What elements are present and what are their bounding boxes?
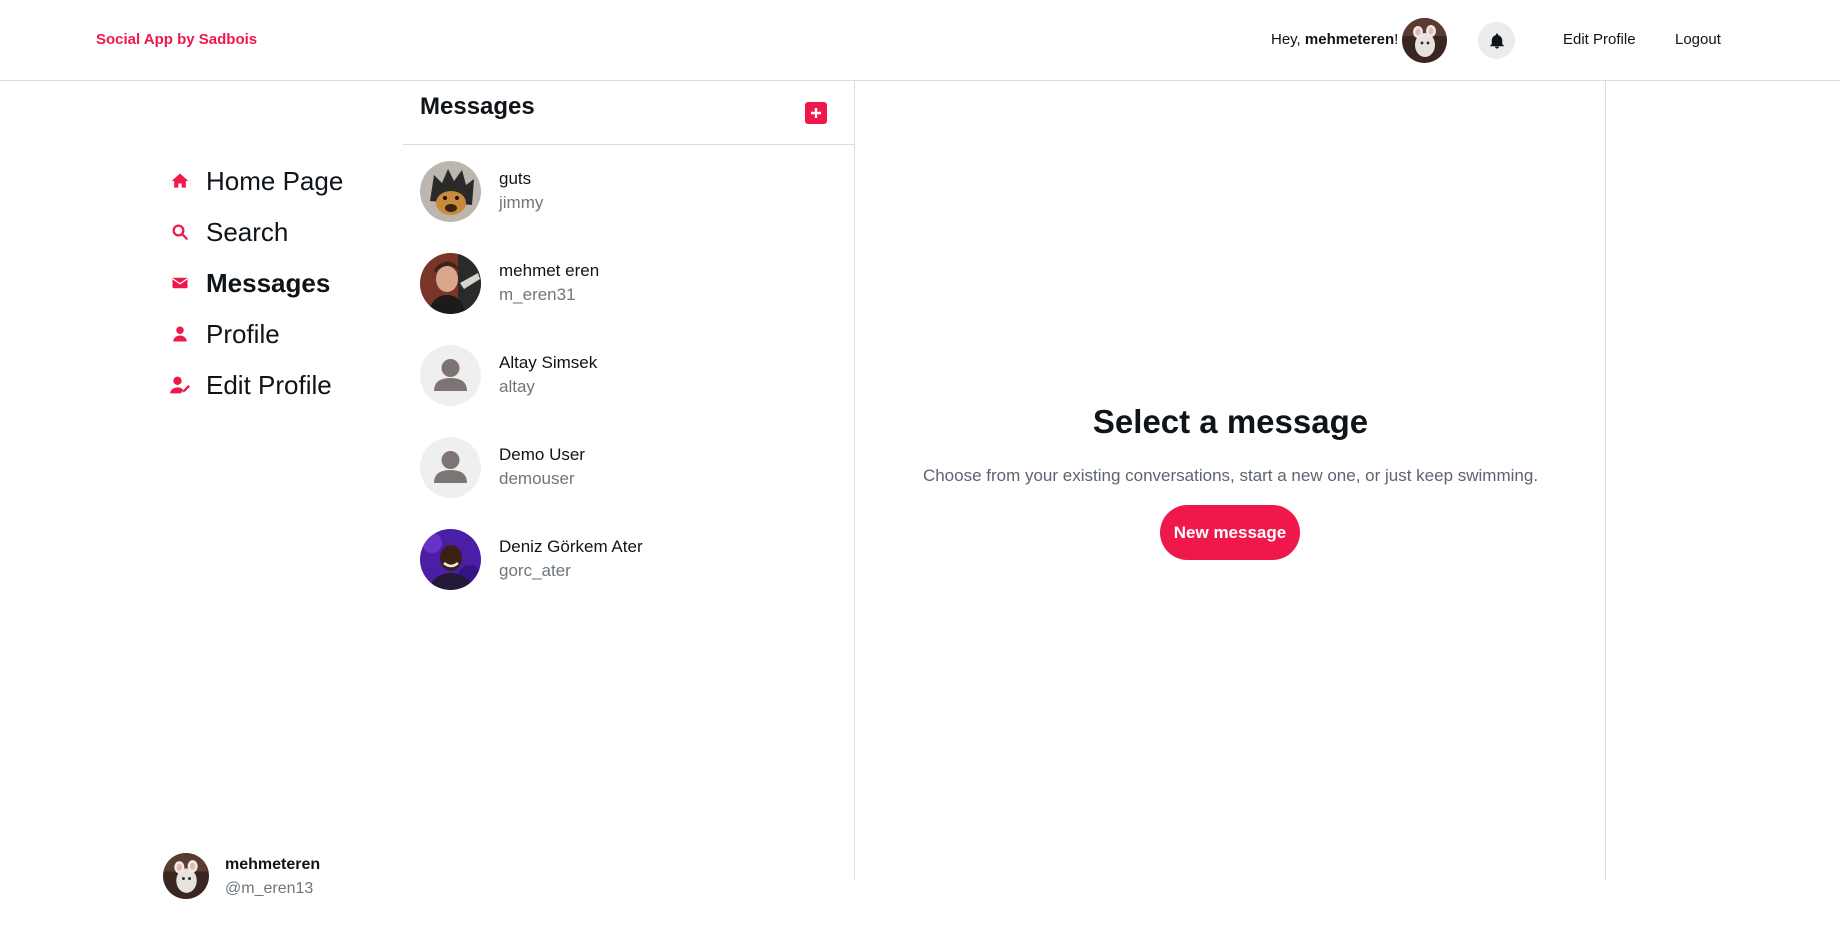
sidebar-item-messages[interactable]: Messages (168, 263, 330, 303)
messages-header: Messages (403, 81, 854, 145)
greeting-username: mehmeteren (1304, 31, 1395, 48)
default-avatar-icon (420, 437, 481, 498)
avatar (420, 253, 481, 314)
default-avatar-icon (420, 345, 481, 406)
conversation-name: Altay Simsek (499, 353, 598, 372)
conversation-name: guts (499, 169, 532, 188)
conversation-handle: altay (499, 377, 535, 396)
conversation-item[interactable]: Deniz Görkem Ater gorc_ater (420, 529, 840, 591)
plus-icon (810, 107, 822, 119)
current-user-name: mehmeteren (225, 856, 321, 873)
sidebar-item-home[interactable]: Home Page (168, 161, 343, 201)
sidebar-item-label: Edit Profile (206, 369, 332, 400)
empty-state-title: Select a message (1092, 403, 1369, 440)
logout-link[interactable]: Logout (1675, 31, 1721, 48)
conversation-name: Demo User (499, 445, 585, 464)
conversation-item[interactable]: mehmet eren m_eren31 (420, 253, 840, 315)
new-conversation-button[interactable] (805, 102, 827, 124)
notifications-button[interactable] (1478, 22, 1515, 59)
messages-panel: Messages guts jimmy mehmet eren m_eren31… (403, 81, 855, 880)
conversation-item[interactable]: Demo User demouser (420, 437, 840, 499)
messages-title: Messages (420, 93, 535, 120)
home-icon (168, 169, 192, 193)
search-icon (168, 220, 192, 244)
envelope-icon (168, 271, 192, 295)
new-message-button[interactable]: New message (1160, 505, 1300, 560)
bell-icon (1488, 32, 1506, 50)
conversation-handle: m_eren31 (499, 285, 576, 304)
conversation-handle: jimmy (499, 193, 544, 212)
header-avatar[interactable] (1402, 18, 1447, 63)
sidebar-item-search[interactable]: Search (168, 212, 288, 252)
sidebar-item-edit-profile[interactable]: Edit Profile (168, 365, 332, 405)
top-navbar: Social App by Sadbois Hey, mehmeteren! E… (0, 0, 1840, 81)
sidebar-item-label: Home Page (206, 165, 344, 196)
current-user-card[interactable]: mehmeteren @m_eren13 (163, 852, 423, 900)
avatar (420, 161, 481, 222)
current-user-handle: @m_eren13 (225, 880, 314, 897)
sidebar-item-label: Search (206, 216, 289, 247)
conversation-name: mehmet eren (499, 261, 600, 280)
brand-logo[interactable]: Social App by Sadbois (96, 31, 257, 48)
conversation-name: Deniz Görkem Ater (499, 537, 643, 556)
conversation-handle: demouser (499, 469, 575, 488)
conversation-handle: gorc_ater (499, 561, 571, 580)
avatar (163, 853, 209, 899)
user-icon (168, 322, 192, 346)
sidebar-item-label: Messages (206, 267, 331, 298)
user-edit-icon (168, 373, 192, 397)
conversation-item[interactable]: Altay Simsek altay (420, 345, 840, 407)
sidebar-item-profile[interactable]: Profile (168, 314, 280, 354)
empty-state-subtitle: Choose from your existing conversations,… (922, 466, 1539, 485)
avatar (420, 529, 481, 590)
conversation-detail-panel: Select a message Choose from your existi… (855, 81, 1606, 880)
conversation-item[interactable]: guts jimmy (420, 161, 840, 223)
header-edit-profile-link[interactable]: Edit Profile (1563, 31, 1636, 48)
greeting: Hey, mehmeteren! (1271, 31, 1399, 48)
sidebar-item-label: Profile (206, 318, 280, 349)
